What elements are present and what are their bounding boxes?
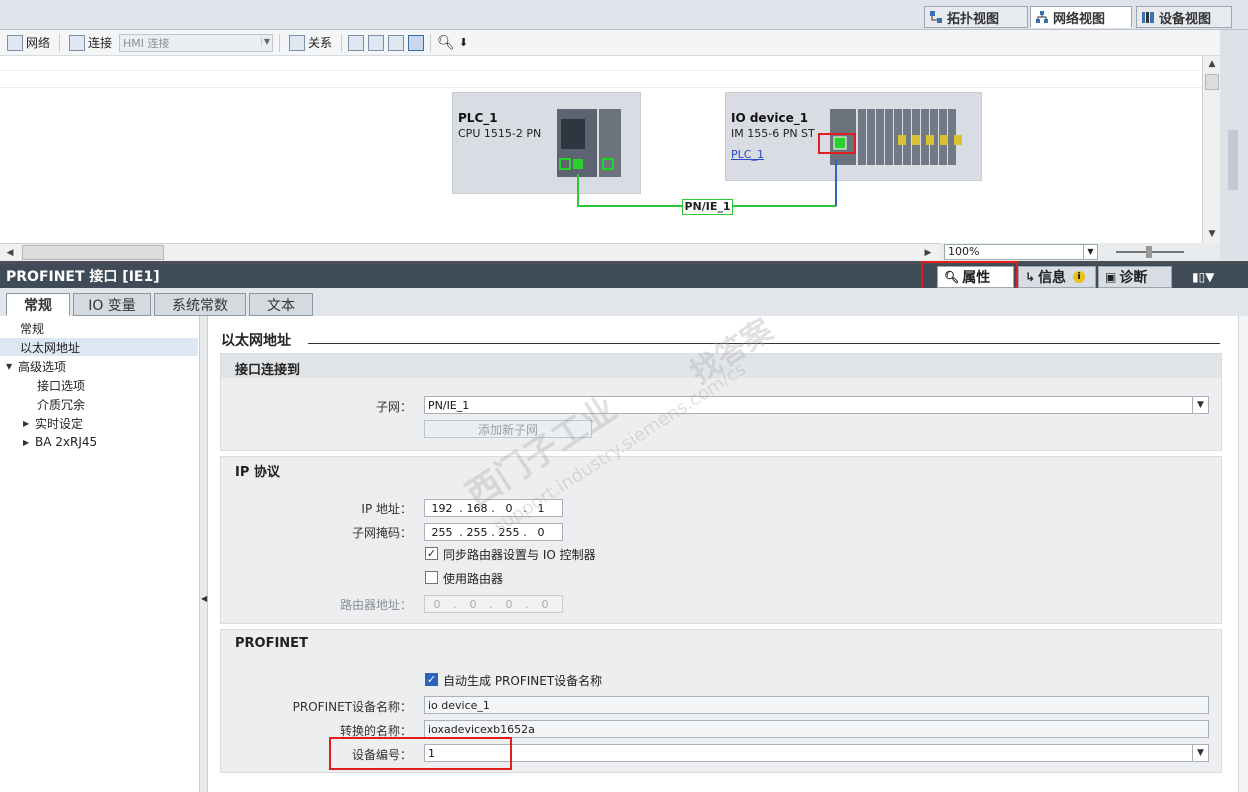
tree-item-ba-port[interactable]: ▶ BA 2xRJ45 <box>0 433 198 451</box>
tree-item-media-redundancy[interactable]: 介质冗余 <box>0 395 198 413</box>
scroll-right-icon[interactable]: ▶ <box>920 245 936 261</box>
router-address-input[interactable]: 0. 0. 0. 0 <box>424 595 563 613</box>
subnet-field-label: 子网： <box>375 400 412 414</box>
ip-address-label: IP 地址： <box>361 502 412 516</box>
info-arrow-icon: ↳ <box>1025 270 1036 284</box>
info-badge-icon: i <box>1073 271 1086 283</box>
diagnostics-icon: ▣ <box>1105 270 1117 284</box>
tree-item-interface-options[interactable]: 接口选项 <box>0 376 198 394</box>
window-controls-icon[interactable]: ▮▯▼ <box>1192 270 1214 284</box>
device-number-highlight <box>329 737 512 770</box>
tree-item-ethernet-address[interactable]: 以太网地址 <box>0 338 198 356</box>
tab-topology-view[interactable]: 拓扑视图 <box>924 6 1028 28</box>
device-icon <box>1141 10 1155 24</box>
tab-diagnostics[interactable]: ▣ 诊断 <box>1098 266 1172 288</box>
chevron-down-icon[interactable]: ▼ <box>1192 397 1208 413</box>
tab-system-constants[interactable]: 系统常数 <box>154 293 246 316</box>
auto-name-checkbox[interactable]: ✓ <box>425 673 438 686</box>
zoom-select[interactable]: 100% <box>944 244 1098 260</box>
auto-name-label: 自动生成 PROFINET设备名称 <box>443 674 603 688</box>
network-icon <box>1035 10 1049 24</box>
scroll-thumb[interactable] <box>22 245 164 260</box>
zoom-in-icon[interactable]: 🔍︎ <box>437 35 455 51</box>
tab-io-tags[interactable]: IO 变量 <box>73 293 151 316</box>
task-card-sidebar[interactable] <box>1220 30 1248 260</box>
relation-icon <box>289 34 306 51</box>
zoom-slider-thumb[interactable] <box>1146 246 1152 258</box>
page-title: 以太网地址 <box>221 333 291 349</box>
canvas-vertical-scrollbar[interactable]: ▲ ▼ <box>1202 56 1220 243</box>
use-router-label: 使用路由器 <box>443 572 504 586</box>
inspector-title: PROFINET 接口 [IE1] <box>6 269 160 285</box>
tree-item-advanced-options[interactable]: ▼ 高级选项 <box>0 357 198 375</box>
download-arrow-icon[interactable]: ⬇ <box>459 36 468 49</box>
tree-item-realtime-settings[interactable]: ▶ 实时设定 <box>0 414 198 432</box>
grid-line <box>0 87 1202 88</box>
device-name: IO device_1 <box>731 111 809 125</box>
scroll-thumb[interactable] <box>1205 74 1219 90</box>
show-names-icon[interactable] <box>348 34 365 51</box>
toolbar-separator <box>59 33 61 52</box>
device-number-select[interactable]: 1 ▼ <box>424 744 1209 762</box>
port-highlight <box>818 133 856 154</box>
expand-arrow-icon[interactable]: ▶ <box>23 438 35 447</box>
scroll-left-icon[interactable]: ◀ <box>2 245 18 261</box>
subnet-label[interactable]: PN/IE_1 <box>682 199 733 215</box>
property-tree: 常规 以太网地址 ▼ 高级选项 接口选项 介质冗余 ▶ 实时设定 ▶ BA 2xRJ4… <box>0 316 200 792</box>
device-name: PLC_1 <box>458 111 498 125</box>
tree-item-general[interactable]: 常规 <box>0 319 198 337</box>
toolbar-separator <box>341 33 343 52</box>
use-router-checkbox[interactable] <box>425 571 438 584</box>
topology-icon <box>929 10 943 24</box>
connection-type-select[interactable]: HMI 连接 <box>119 33 274 52</box>
toolbar-separator <box>279 33 281 52</box>
tab-texts[interactable]: 文本 <box>249 293 313 316</box>
tree-splitter[interactable]: ◀ <box>200 316 208 792</box>
canvas-horizontal-scrollbar[interactable]: ◀ ▶ <box>0 243 940 261</box>
content-scrollbar[interactable] <box>1238 316 1248 792</box>
connect-icon <box>69 34 86 51</box>
sync-router-checkbox[interactable]: ✓ <box>425 547 438 560</box>
device-type: CPU 1515-2 PN <box>458 127 542 140</box>
network-button[interactable]: 网络 <box>4 33 53 53</box>
scroll-down-icon[interactable]: ▼ <box>1204 226 1220 242</box>
collapse-left-icon[interactable]: ◀ <box>201 594 207 603</box>
expand-arrow-icon[interactable]: ▶ <box>23 419 35 428</box>
grid-line <box>0 70 1202 71</box>
device-name-field[interactable]: io device_1 <box>424 696 1209 714</box>
scroll-up-icon[interactable]: ▲ <box>1204 56 1220 72</box>
device-type: IM 155-6 PN ST <box>731 127 815 140</box>
overview-icon[interactable] <box>408 34 425 51</box>
subnet-select[interactable]: PN/IE_1 ▼ <box>424 396 1209 414</box>
connect-button[interactable]: 连接 <box>66 33 115 53</box>
sync-router-label: 同步路由器设置与 IO 控制器 <box>443 548 596 562</box>
tab-network-view[interactable]: 网络视图 <box>1030 6 1132 28</box>
collapse-panel-icon[interactable] <box>1228 130 1238 190</box>
network-mode-icon <box>7 34 23 51</box>
device-name-label: PROFINET设备名称： <box>292 700 412 714</box>
network-toolbar: 网络 连接 HMI 连接 关系 🔍︎ ⬇ <box>0 30 1248 56</box>
section-title: 接口连接到 <box>235 363 301 378</box>
table-icon[interactable] <box>388 34 405 51</box>
section-title: PROFINET <box>235 636 308 651</box>
tab-info[interactable]: ↳ 信息 i <box>1018 266 1096 288</box>
converted-name-field[interactable]: ioxadevicexb1652a <box>424 720 1209 738</box>
expand-arrow-icon[interactable]: ▼ <box>6 362 18 371</box>
toolbar-separator <box>430 33 432 52</box>
router-address-label: 路由器地址： <box>339 598 412 612</box>
subnet-mask-label: 子网掩码： <box>351 526 412 540</box>
relation-button[interactable]: 关系 <box>286 33 335 53</box>
tab-general[interactable]: 常规 <box>6 293 70 316</box>
section-title: IP 协议 <box>235 465 280 480</box>
tab-device-view[interactable]: 设备视图 <box>1136 6 1232 28</box>
highlight-icon[interactable] <box>368 34 385 51</box>
chevron-down-icon[interactable]: ▼ <box>1192 745 1208 761</box>
zoom-dropdown-icon[interactable]: ▼ <box>1083 245 1097 259</box>
